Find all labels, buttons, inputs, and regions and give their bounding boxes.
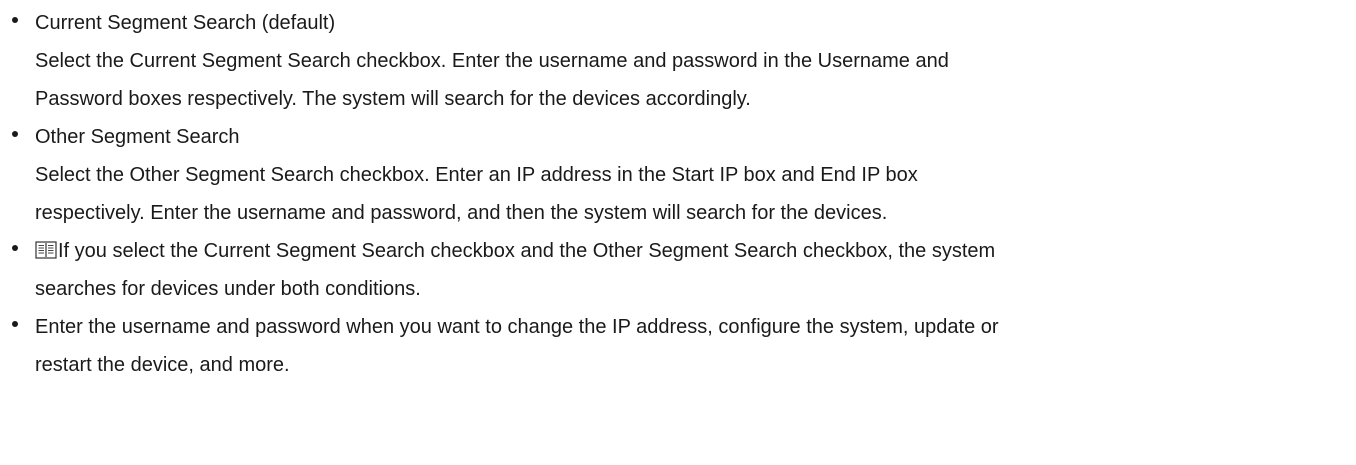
item-body-line: Select the Other Segment Search checkbox… (35, 164, 918, 186)
bullet-dot (12, 245, 18, 251)
note-book-icon (35, 241, 57, 259)
note-line: If you select the Current Segment Search… (35, 232, 1356, 270)
item-body-line: Select the Current Segment Search checkb… (35, 50, 949, 72)
bullet-dot (12, 17, 18, 23)
list-item-note: If you select the Current Segment Search… (0, 232, 1356, 308)
item-title: Other Segment Search (35, 126, 240, 148)
list-item-credentials: Enter the username and password when you… (0, 308, 1356, 384)
item-title: Current Segment Search (default) (35, 12, 336, 34)
bullet-list: Current Segment Search (default) Select … (0, 4, 1356, 384)
bullet-dot (12, 321, 18, 327)
document-page: Current Segment Search (default) Select … (0, 0, 1356, 384)
list-item-other-segment-search: Other Segment Search Select the Other Se… (0, 118, 1356, 232)
note-line: searches for devices under both conditio… (35, 278, 421, 300)
item-body-line: Password boxes respectively. The system … (35, 88, 751, 110)
note-text: If you select the Current Segment Search… (58, 240, 996, 262)
bullet-dot (12, 131, 18, 137)
item-line: Enter the username and password when you… (35, 316, 999, 338)
item-line: restart the device, and more. (35, 354, 290, 376)
item-body-line: respectively. Enter the username and pas… (35, 202, 888, 224)
list-item-current-segment-search: Current Segment Search (default) Select … (0, 4, 1356, 118)
